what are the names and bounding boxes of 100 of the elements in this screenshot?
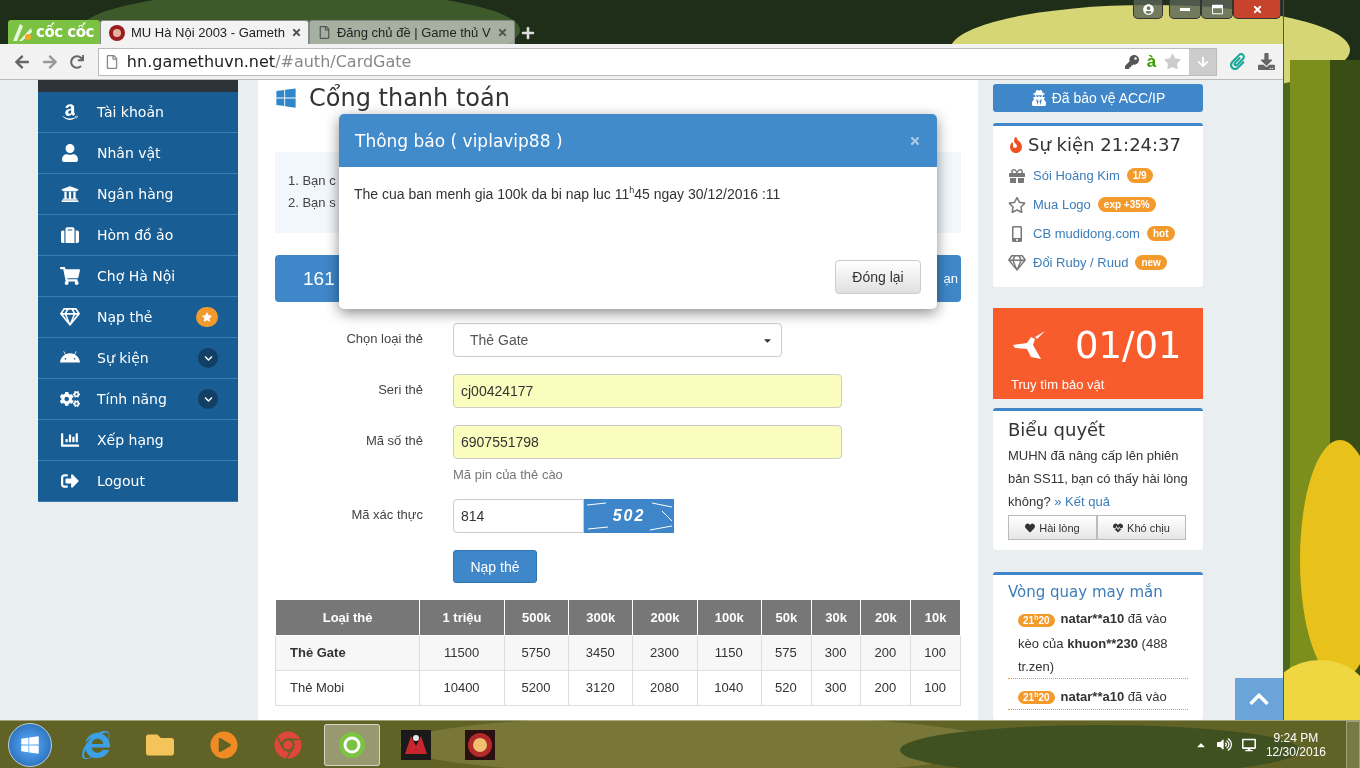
poll-question: MUHN đã nâng cấp lên phiên bản SS11, bạn có thấy hài lòng không? » Kết quả [1008,447,1188,512]
captcha-field[interactable]: 814 [453,499,584,533]
column-header: 50k [761,600,812,635]
event-link[interactable]: Đổi Ruby / Ruud [1033,255,1129,271]
table-cell: 11500 [419,635,505,670]
typing-mark[interactable]: à [1146,51,1157,72]
sidebar-item[interactable]: Hòm đồ ảo [38,215,238,256]
column-header: 10k [910,600,961,635]
emblem-icon [401,729,431,760]
sidebar-item[interactable]: Tính năng [38,379,238,420]
sidebar-item[interactable]: Xếp hạng [38,420,238,461]
protect-button[interactable]: Đã bảo vệ ACC/IP [993,84,1203,113]
paperclip-icon[interactable] [1229,53,1247,70]
event-badge: 1/9 [1126,168,1153,184]
note-text: 2. Bạn s [288,195,336,211]
back-icon[interactable] [14,53,30,70]
key-icon[interactable] [1124,54,1139,69]
volume-icon[interactable] [1216,737,1232,752]
user-icon [60,144,80,162]
page-icon [317,26,331,39]
sidebar-item[interactable]: Ngân hàng [38,174,238,215]
minimize-icon [1180,7,1190,11]
event-link[interactable]: Mua Logo [1033,197,1091,213]
leaf-logo-icon [11,22,33,42]
note-text: 1. Bạn c [288,173,336,189]
table-cell: 5750 [504,635,569,670]
maximize-icon [1211,3,1223,15]
sidebar-item[interactable]: Nhân vật [38,133,238,174]
browser-tab[interactable]: Đăng chủ đề | Game thủ V [308,20,515,44]
sidebar-item[interactable]: Nạp thẻ [38,297,238,338]
cart-icon [60,267,80,285]
sidebar-item[interactable]: Chợ Hà Nội [38,256,238,297]
column-header: 1 triệu [419,600,505,635]
dialog-message: The cua ban menh gia 100k da bi nap luc 11$^{h}$45 ngay 30/12/2016 :11 [353,184,782,204]
maximize-button[interactable] [1201,0,1233,19]
input-field[interactable]: 6907551798 [453,425,842,459]
page-icon [104,54,119,69]
address-bar[interactable]: hn.gamethuvn.net/#auth/CardGate à [97,47,1218,76]
gift-icon [1008,167,1026,184]
submit-button[interactable]: Nạp thẻ [453,550,537,583]
clock[interactable]: 9:24 PM 12/30/2016 [1265,730,1326,759]
table-cell: 1150 [697,635,762,670]
dialog-title: Thông báo ( viplavip88 ) [355,130,563,151]
taskbar-button[interactable] [324,723,380,766]
card-type-select[interactable]: Thẻ Gate [453,323,782,357]
e-logo-icon [82,730,110,759]
forward-icon[interactable] [41,53,58,70]
table-cell: 100 [910,635,961,670]
card-title: Sự kiện 21:24:37 [1028,134,1182,156]
page-title: Cổng thanh toán [309,84,510,112]
vote-button[interactable]: Khó chịu [1097,515,1186,541]
close-dialog-button[interactable]: Đóng lại [835,260,921,294]
input-field[interactable]: cj00424177 [453,374,842,408]
table-cell: 100 [910,670,961,705]
sidebar-item[interactable]: Logout [38,461,238,502]
chevron-down-icon [198,348,218,368]
card-title: Biểu quyết [1008,419,1107,441]
table-cell: 3450 [568,635,633,670]
user-icon [1142,3,1154,15]
card-title[interactable]: Vòng quay may mắn [1008,583,1188,602]
event-link[interactable]: CB mudidong.com [1033,226,1140,242]
column-header: 100k [697,600,762,635]
vote-button[interactable]: Hài lòng [1008,515,1097,541]
event-link[interactable]: Sói Hoàng Kim [1033,168,1120,184]
arrow-down-icon [1196,55,1209,68]
result-link[interactable]: » Kết quả [1054,494,1110,510]
gears-icon [60,390,80,408]
minimize-button[interactable] [1169,0,1201,19]
tab-title: MU Hà Nội 2003 - Gameth [131,25,285,40]
close-icon[interactable] [290,27,302,38]
network-icon[interactable] [1241,737,1256,752]
star-icon [196,307,218,327]
field-label: Mã xác thực [350,506,423,524]
browser-tab[interactable]: MU Hà Nội 2003 - Gameth [100,20,309,44]
spin-entry-text: 21$^{h}$20 natar**a10 đã vào kèo của khuon**230 (488 tr.zen) [1018,610,1169,676]
emblem-icon [109,24,125,41]
agent-icon [1030,90,1047,107]
event-badge: new [1135,255,1167,271]
tab-title: Đăng chủ đề | Game thủ V [336,25,491,40]
column-header: 30k [811,600,861,635]
table-cell: 10400 [419,670,505,705]
circle-logo-icon [274,730,302,759]
close-icon[interactable] [496,27,508,38]
windows-logo-icon [275,87,297,109]
table-cell: 2300 [632,635,698,670]
download-icon[interactable] [1258,53,1275,70]
url-text: hn.gamethuvn.net/#auth/CardGate [126,52,413,71]
scroll-top-button[interactable] [1235,678,1283,720]
table-cell: 3120 [568,670,633,705]
table-cell: Thẻ Gate [275,635,420,670]
sidebar-item[interactable]: Tài khoản [38,92,238,133]
sidebar-item[interactable]: Sự kiện [38,338,238,379]
star-icon[interactable] [1164,53,1182,70]
table-cell: 5200 [504,670,569,705]
column-header: 500k [504,600,569,635]
close-button[interactable] [1233,0,1281,19]
table-cell: 1040 [697,670,762,705]
reload-icon[interactable] [69,54,84,69]
profile-button[interactable] [1133,0,1163,19]
field-label: Chọn loại thẻ [345,330,423,348]
